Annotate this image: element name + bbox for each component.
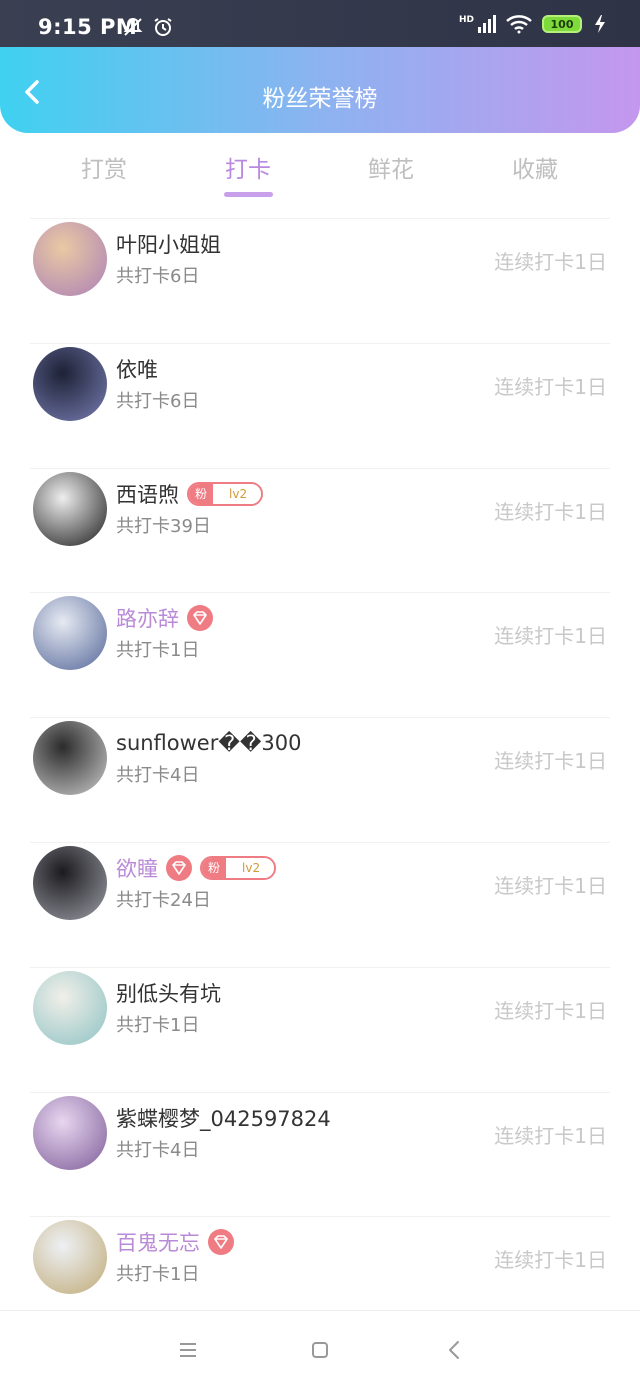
fan-level-badge: 粉 lv2 bbox=[187, 481, 264, 506]
tab-flowers[interactable]: 鲜花 bbox=[321, 150, 461, 184]
diamond-vip-icon bbox=[187, 605, 213, 632]
streak-days: 连续打卡1日 bbox=[494, 998, 607, 1023]
diamond-vip-icon bbox=[166, 854, 192, 881]
menu-icon[interactable] bbox=[175, 1337, 201, 1363]
page-title: 粉丝荣誉榜 bbox=[262, 86, 378, 112]
fan-level-badge: 粉 lv2 bbox=[200, 855, 277, 880]
fan-name: 百鬼无忘 bbox=[116, 1231, 200, 1256]
fan-row[interactable]: 路亦辞共打卡1日 连续打卡1日 bbox=[0, 592, 640, 717]
name-line: sunflower��300 bbox=[116, 729, 302, 757]
tab-bar: 打赏 打卡 鲜花 收藏 bbox=[0, 140, 640, 210]
fan-list: 叶阳小姐姐 共打卡6日 连续打卡1日 依唯 共打卡6日 连续打卡1日 西语煦粉 lv2 共打卡3… bbox=[0, 218, 640, 1341]
header-bar: 粉丝荣誉榜 bbox=[0, 47, 640, 133]
fan-badge-level: lv2 bbox=[213, 483, 262, 504]
total-checkin-days: 共打卡4日 bbox=[116, 1139, 200, 1161]
streak-days: 连续打卡1日 bbox=[494, 873, 607, 898]
avatar[interactable] bbox=[33, 222, 107, 296]
fan-name: sunflower��300 bbox=[116, 731, 302, 756]
fan-badge-tag: 粉 bbox=[189, 483, 214, 504]
avatar[interactable] bbox=[33, 1220, 107, 1295]
avatar[interactable] bbox=[33, 1095, 107, 1170]
fan-badge-level: lv2 bbox=[226, 857, 275, 878]
fan-name: 紫蝶樱梦_042597824 bbox=[116, 1106, 331, 1131]
diamond-vip-icon bbox=[208, 1229, 234, 1256]
home-square-icon[interactable] bbox=[307, 1337, 333, 1363]
fan-row[interactable]: 别低头有坑共打卡1日 连续打卡1日 bbox=[0, 966, 640, 1092]
fan-name: 欲瞳 bbox=[116, 856, 158, 881]
avatar[interactable] bbox=[33, 845, 107, 920]
tab-reward[interactable]: 打赏 bbox=[34, 150, 174, 184]
active-tab-indicator bbox=[224, 192, 273, 197]
fan-name: 叶阳小姐姐 bbox=[116, 233, 221, 257]
status-right: HD 100 bbox=[459, 14, 610, 34]
total-checkin-days: 共打卡6日 bbox=[116, 266, 200, 287]
name-line: 紫蝶樱梦_042597824 bbox=[116, 1104, 331, 1132]
total-checkin-days: 共打卡4日 bbox=[116, 765, 200, 787]
fan-name: 依唯 bbox=[116, 357, 158, 382]
total-checkin-days: 共打卡1日 bbox=[116, 1264, 200, 1286]
streak-days: 连续打卡1日 bbox=[494, 374, 607, 399]
fan-row[interactable]: 欲瞳 粉 lv2 共打卡24日 连续打卡1日 bbox=[0, 841, 640, 967]
avatar[interactable] bbox=[33, 970, 107, 1045]
streak-days: 连续打卡1日 bbox=[494, 749, 607, 774]
total-checkin-days: 共打卡1日 bbox=[116, 1014, 200, 1036]
total-checkin-days: 共打卡39日 bbox=[116, 515, 211, 537]
fan-name: 西语煦 bbox=[116, 482, 179, 507]
fan-row[interactable]: 叶阳小姐姐共打卡6日 连续打卡1日 bbox=[0, 218, 640, 343]
status-icons bbox=[122, 16, 174, 38]
alarm-icon bbox=[154, 18, 172, 36]
fan-name: 别低头有坑 bbox=[116, 981, 221, 1006]
tab-favorites[interactable]: 收藏 bbox=[465, 150, 605, 184]
tab-checkin[interactable]: 打卡 bbox=[178, 150, 318, 184]
streak-days: 连续打卡1日 bbox=[494, 499, 607, 524]
fan-row[interactable]: 依唯共打卡6日 连续打卡1日 bbox=[0, 342, 640, 468]
battery-indicator: 100 bbox=[542, 15, 582, 33]
fan-row[interactable]: 紫蝶樱梦_042597824 共打卡4日 连续打卡1日 bbox=[0, 1091, 640, 1217]
streak-days: 连续打卡1日 bbox=[494, 250, 607, 274]
fan-row[interactable]: 西语煦粉 lv2 共打卡39日 连续打卡1日 bbox=[0, 467, 640, 593]
streak-days: 连续打卡1日 bbox=[494, 1248, 607, 1273]
total-checkin-days: 共打卡6日 bbox=[116, 390, 200, 412]
total-checkin-days: 共打卡24日 bbox=[116, 889, 211, 911]
network-type: HD bbox=[458, 15, 474, 25]
fan-name: 路亦辞 bbox=[116, 607, 179, 632]
name-line: 西语煦粉 lv2 bbox=[116, 480, 264, 508]
avatar[interactable] bbox=[33, 471, 107, 546]
back-triangle-icon[interactable] bbox=[442, 1337, 468, 1363]
avatar[interactable] bbox=[33, 721, 107, 796]
fan-badge-tag: 粉 bbox=[202, 857, 227, 878]
signal-icon: HD bbox=[459, 15, 496, 33]
avatar[interactable] bbox=[33, 596, 107, 671]
name-line: 依唯 bbox=[116, 355, 158, 383]
status-bar: 9:15 PM HD 100 bbox=[0, 0, 640, 52]
streak-days: 连续打卡1日 bbox=[494, 624, 607, 649]
mute-bell-icon bbox=[123, 17, 143, 36]
name-line: 欲瞳 粉 lv2 bbox=[116, 854, 277, 882]
name-line: 路亦辞 bbox=[116, 604, 213, 632]
name-line: 百鬼无忘 bbox=[116, 1228, 234, 1256]
streak-days: 连续打卡1日 bbox=[494, 1123, 607, 1148]
name-line: 叶阳小姐姐 bbox=[116, 230, 221, 258]
total-checkin-days: 共打卡1日 bbox=[116, 640, 200, 662]
system-nav-bar bbox=[0, 1310, 640, 1387]
wifi-icon bbox=[506, 15, 532, 34]
avatar[interactable] bbox=[33, 346, 107, 421]
charging-icon bbox=[595, 15, 605, 33]
fan-row[interactable]: sunflower��300 共打卡4日 连续打卡1日 bbox=[0, 717, 640, 842]
name-line: 别低头有坑 bbox=[116, 979, 221, 1007]
